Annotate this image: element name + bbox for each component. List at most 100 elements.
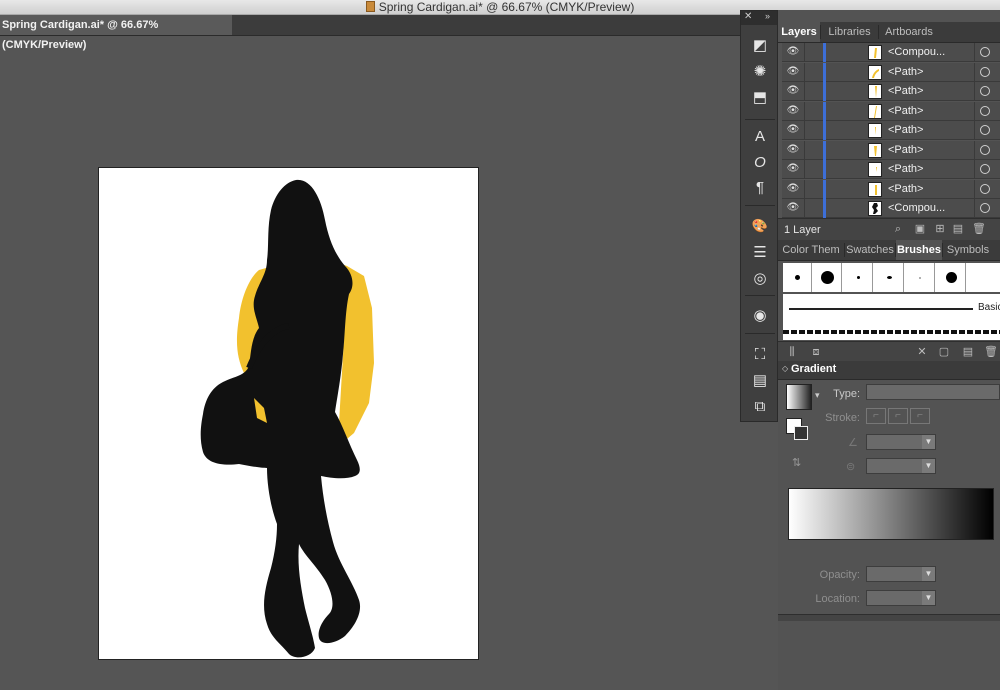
tab-symbols[interactable]: Symbols xyxy=(943,240,993,260)
brush-options-icon[interactable]: ▢ xyxy=(938,346,950,358)
basic-brush-label: Basic xyxy=(978,302,1000,313)
stroke-icon[interactable]: ☰ xyxy=(748,241,772,263)
layer-name: <Compou... xyxy=(888,202,946,214)
panel-dock: Layers Libraries Artboards 👁 <Compou... 👁 <… xyxy=(778,10,1000,690)
separator xyxy=(745,119,775,120)
eye-icon[interactable]: 👁 xyxy=(786,163,800,175)
remove-stroke-icon[interactable]: ✕ xyxy=(916,346,928,358)
chevron-down-icon: ▼ xyxy=(922,435,935,449)
layers-footer: 1 Layer ⌕ ▣ ⊞ ▤ 🗑 xyxy=(778,218,1000,241)
separator xyxy=(804,140,805,160)
new-brush-icon[interactable]: ▤ xyxy=(962,346,974,358)
layer-row[interactable]: 👁 <Path> xyxy=(782,121,1000,140)
swatch-libraries-icon[interactable]: 🎨 xyxy=(748,215,772,237)
layer-row[interactable]: 👁 <Path> xyxy=(782,140,1000,160)
document-icon xyxy=(365,1,375,12)
eye-icon[interactable]: 👁 xyxy=(786,124,800,136)
document-tab[interactable]: Spring Cardigan.ai* @ 66.67% (CMYK/Previ… xyxy=(0,15,232,51)
target-circle-icon[interactable] xyxy=(980,203,990,213)
tab-layers[interactable]: Layers xyxy=(778,22,820,42)
target-circle-icon[interactable] xyxy=(980,183,990,194)
target-circle-icon[interactable] xyxy=(980,164,990,174)
reverse-gradient-icon[interactable]: ⇅ xyxy=(792,456,801,469)
stroke-within-button[interactable]: ⌐ xyxy=(866,408,886,424)
gradient-slider-bar[interactable] xyxy=(788,488,994,540)
layer-color-bar xyxy=(823,121,826,140)
layer-color-bar xyxy=(823,140,826,160)
pathfinder-icon[interactable]: ⧉ xyxy=(748,395,772,417)
new-sublayer-icon[interactable]: ⊞ xyxy=(934,223,946,235)
new-layer-icon[interactable]: ▤ xyxy=(952,223,964,235)
eye-icon[interactable]: 👁 xyxy=(786,144,800,156)
gradient-type-dropdown[interactable] xyxy=(866,384,1000,400)
stroke-swatch[interactable] xyxy=(794,426,808,440)
align-icon[interactable]: ▤ xyxy=(748,369,772,391)
collapse-icon[interactable]: ◇ xyxy=(782,364,788,373)
artboard-icon[interactable]: ◩ xyxy=(748,34,772,56)
trash-icon[interactable]: 🗑 xyxy=(972,223,986,235)
separator xyxy=(804,160,805,179)
separator xyxy=(974,179,975,199)
tab-color-themes[interactable]: Color Them xyxy=(778,240,844,260)
brush-libraries-icon[interactable]: ⫼ xyxy=(786,346,798,358)
tab-brushes[interactable]: Brushes xyxy=(896,240,942,260)
brush-swatch[interactable] xyxy=(844,263,873,292)
transparency-icon[interactable]: ◎ xyxy=(748,267,772,289)
layer-row[interactable]: 👁 <Compou... xyxy=(782,199,1000,218)
character-icon[interactable]: A xyxy=(748,125,772,147)
library-panel-icon[interactable]: ⧈ xyxy=(810,346,822,358)
tab-artboards[interactable]: Artboards xyxy=(879,22,939,42)
appearance-icon[interactable]: ◉ xyxy=(748,304,772,326)
silhouette-illustration[interactable] xyxy=(99,168,478,659)
layer-thumbnail xyxy=(868,181,882,197)
eye-icon[interactable]: 👁 xyxy=(786,105,800,117)
brush-swatch[interactable] xyxy=(875,263,904,292)
layer-row[interactable]: 👁 <Path> xyxy=(782,101,1000,121)
eye-icon[interactable]: 👁 xyxy=(786,46,800,58)
brush-stroke-preview xyxy=(783,330,1000,334)
gradient-preview-swatch[interactable] xyxy=(786,384,812,410)
tab-libraries[interactable]: Libraries xyxy=(821,22,878,42)
opentype-icon[interactable]: O xyxy=(748,151,772,173)
opacity-dropdown[interactable]: ▼ xyxy=(866,566,936,582)
stroke-along-button[interactable]: ⌐ xyxy=(888,408,908,424)
export-icon[interactable]: ⬒ xyxy=(748,86,772,108)
layer-row[interactable]: 👁 <Compou... xyxy=(782,43,1000,62)
layer-row[interactable]: 👁 <Path> xyxy=(782,179,1000,199)
gradient-panel-header: ◇ Gradient xyxy=(778,361,1000,380)
layer-row[interactable]: 👁 <Path> xyxy=(782,82,1000,101)
make-clipping-mask-icon[interactable]: ▣ xyxy=(914,223,926,235)
search-icon[interactable]: ⌕ xyxy=(892,223,904,235)
layer-row[interactable]: 👁 <Path> xyxy=(782,62,1000,82)
eye-icon[interactable]: 👁 xyxy=(786,202,800,214)
layer-color-bar xyxy=(823,101,826,121)
eye-icon[interactable]: 👁 xyxy=(786,66,800,78)
brush-swatch[interactable] xyxy=(937,263,966,292)
layer-row[interactable]: 👁 <Path> xyxy=(782,160,1000,179)
sun-icon[interactable]: ✺ xyxy=(748,60,772,82)
paragraph-icon[interactable]: ¶ xyxy=(748,176,772,198)
target-circle-icon[interactable] xyxy=(980,105,990,116)
figure-silhouette[interactable] xyxy=(200,179,361,658)
expand-icon[interactable]: » xyxy=(765,11,770,21)
location-dropdown[interactable]: ▼ xyxy=(866,590,936,606)
aspect-ratio-dropdown[interactable]: ▼ xyxy=(866,458,936,474)
target-circle-icon[interactable] xyxy=(980,86,990,96)
close-icon[interactable]: ✕ xyxy=(744,11,752,22)
target-circle-icon[interactable] xyxy=(980,47,990,57)
brush-swatch[interactable] xyxy=(783,263,812,292)
brush-strokes-list[interactable]: Basic xyxy=(783,294,1000,340)
trash-icon[interactable]: 🗑 xyxy=(984,346,998,358)
artboard[interactable] xyxy=(98,167,479,660)
target-circle-icon[interactable] xyxy=(980,125,990,135)
eye-icon[interactable]: 👁 xyxy=(786,85,800,97)
brush-swatch[interactable] xyxy=(906,263,935,292)
angle-dropdown[interactable]: ▼ xyxy=(866,434,936,450)
tab-swatches[interactable]: Swatches xyxy=(845,240,895,260)
eye-icon[interactable]: 👁 xyxy=(786,183,800,195)
target-circle-icon[interactable] xyxy=(980,66,990,77)
stroke-across-button[interactable]: ⌐ xyxy=(910,408,930,424)
transform-icon[interactable]: ⛶ xyxy=(748,343,772,365)
target-circle-icon[interactable] xyxy=(980,144,990,155)
brush-swatch[interactable] xyxy=(813,263,842,292)
